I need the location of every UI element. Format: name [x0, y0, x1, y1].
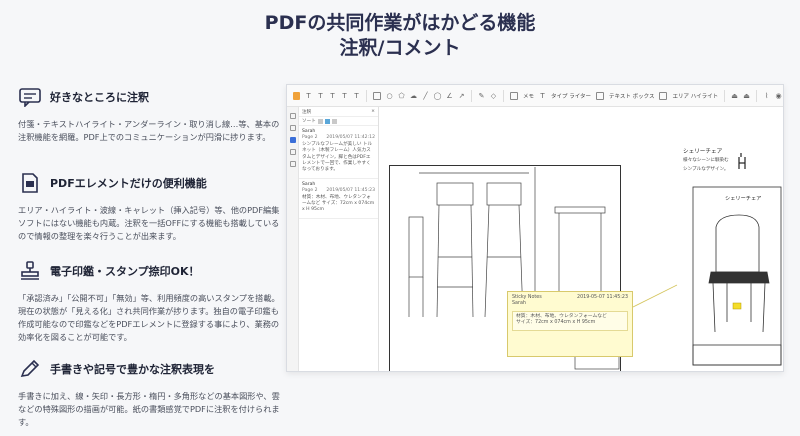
attachment-panel-icon[interactable] [289, 149, 296, 155]
thumbnail-icon[interactable] [289, 125, 296, 131]
arrow-tool-icon[interactable]: ↗ [458, 92, 465, 100]
comment-text: シンプルなフレームが美しい トルネット（木製フレーム）人気カスタムとデザイン，脚… [302, 141, 373, 173]
polygon-tool-icon[interactable]: ⬠ [398, 92, 405, 100]
toolbar-divider [471, 89, 472, 102]
comment-item[interactable]: Sarah Page 2 2019/05/07 11:42:12 シンプルなフレー… [299, 126, 378, 179]
comment-time: 2019/05/07 11:45:23 [326, 188, 375, 194]
headline-line-1: PDFの共同作業がはかどる機能 [264, 12, 536, 34]
toolbar-divider [503, 89, 504, 102]
filter-icon[interactable] [331, 118, 337, 124]
attachment-icon[interactable]: ⌇ [763, 92, 770, 100]
eye-icon[interactable]: ◉ [775, 92, 782, 100]
annotation-toolbar: T T T T T ○ ⬠ ☁ ╱ ◯ ∠ ↗ ✎ ◇ メモ T タイプ ライタ… [287, 85, 783, 107]
comment-item[interactable]: Sarah Page 2 2019/05/07 11:45:23 材質：木材、布地… [299, 179, 378, 219]
spec-sub-2: シンプルなデザイン。 [683, 167, 729, 172]
note-line-2: サイズ：72cm x 074cm x H 95cm [516, 320, 596, 326]
filter-icon[interactable] [317, 118, 323, 124]
feature-annotation: 好きなところに注釈 付箋・テキストハイライト・アンダーライン・取り消し線…等、基… [18, 86, 280, 144]
area-highlight-icon[interactable] [659, 91, 668, 100]
feature-handwriting: 手書きや記号で豊かな注釈表現を 手書きに加え、線・矢印・長方形・楕円・多角形など… [18, 358, 280, 429]
textbox-label[interactable]: テキスト ボックス [609, 92, 654, 100]
stamp-icon [21, 261, 39, 280]
text-tool-icon[interactable]: T [305, 92, 312, 100]
spec-sub-1: 様々なシーンに馴染む [683, 158, 729, 163]
comment-filter-bar: ソート [299, 117, 378, 126]
memo-label[interactable]: メモ [523, 92, 534, 100]
product-spec: シェリーチェア 様々なシーンに馴染む シンプルなデザイン。 [683, 147, 729, 173]
search-panel-icon[interactable] [289, 161, 296, 167]
bookmark-icon[interactable] [289, 113, 296, 119]
toolbar-divider [366, 89, 367, 102]
chair-caption: シェリーチェア [725, 196, 762, 202]
area-highlight-label[interactable]: エリア ハイライト [672, 92, 718, 100]
cloud-tool-icon[interactable]: ☁ [410, 92, 417, 100]
text-tool-icon[interactable]: T [353, 92, 360, 100]
feature-stamp: 電子印鑑・スタンプ捺印OK！ 「承認済み」「公開不可」「無効」等、利用頻度の高い… [18, 260, 280, 344]
document-canvas[interactable]: シェリーチェア シェリーチェア 様々なシーンに馴染む シンプルなデザイン。 St… [379, 107, 783, 371]
signature-tool-icon[interactable]: ⏏ [743, 92, 750, 100]
highlight-tool-icon[interactable] [293, 91, 300, 100]
sticky-note-popup[interactable]: Sticky Notes 2019-05-07 11:45:23 Sarah 材… [507, 291, 633, 357]
pencil-icon [20, 359, 40, 378]
spec-title: シェリーチェア [683, 149, 723, 155]
eraser-tool-icon[interactable]: ◇ [490, 92, 497, 100]
comment-panel: 注釈 × ソート Sarah Page 2 2019/05/07 11:42:12 … [299, 107, 379, 371]
comment-page: Page 2 [302, 188, 318, 194]
side-rail [287, 107, 299, 371]
comment-text: 材質：木材、布地、ウレタンフォームなど サイズ：72cm x 074cm x H… [302, 194, 375, 213]
filter-icon[interactable] [324, 118, 330, 124]
rectangle-tool-icon[interactable] [373, 91, 381, 100]
feature-desc: 手書きに加え、線・矢印・長方形・楕円・多角形などの基本図形や、雲などの特殊図形の… [18, 391, 280, 427]
feature-desc: 付箋・テキストハイライト・アンダーライン・取り消し線…等、基本の注釈機能を網羅。… [18, 119, 280, 142]
sticky-note-marker[interactable] [732, 302, 742, 310]
ellipse-tool-icon[interactable]: ○ [386, 92, 393, 100]
text-tool-icon[interactable]: T [341, 92, 348, 100]
comment-panel-title: 注釈 [302, 110, 312, 115]
headline-line-2: 注釈/コメント [339, 37, 461, 59]
typewriter-icon[interactable]: T [539, 92, 546, 100]
angle-tool-icon[interactable]: ∠ [446, 92, 453, 100]
feature-desc: 「承認済み」「公開不可」「無効」等、利用頻度の高いスタンプを搭載。現在の状態が「… [18, 293, 280, 342]
comment-panel-icon[interactable] [289, 137, 296, 143]
comment-page: Page 2 [302, 135, 318, 141]
stamp-tool-icon[interactable]: ⏏ [731, 92, 738, 100]
toolbar-divider [756, 89, 758, 102]
textbox-icon[interactable] [596, 91, 605, 100]
close-icon[interactable]: × [371, 109, 375, 114]
text-tool-icon[interactable]: T [317, 92, 324, 100]
line-tool-icon[interactable]: ╱ [422, 92, 429, 100]
memo-icon[interactable] [510, 91, 518, 100]
feature-title: PDFエレメントだけの便利機能 [50, 177, 207, 190]
pen-tool-icon[interactable]: ✎ [478, 92, 485, 100]
document-stamp-icon [22, 173, 38, 193]
feature-title: 好きなところに注釈 [50, 91, 149, 104]
typewriter-label[interactable]: タイプ ライター [551, 92, 591, 100]
note-author: Sarah [512, 301, 526, 307]
feature-desc: エリア・ハイライト・波線・キャレット（挿入記号）等、他のPDF編集ソフトにはない… [18, 205, 280, 241]
filter-label[interactable]: ソート [302, 118, 316, 124]
toolbar-divider [724, 89, 726, 102]
feature-title: 電子印鑑・スタンプ捺印OK！ [50, 265, 200, 278]
feature-title: 手書きや記号で豊かな注釈表現を [50, 363, 215, 376]
comment-time: 2019/05/07 11:42:12 [326, 135, 375, 141]
text-tool-icon[interactable]: T [329, 92, 336, 100]
feature-element-tools: PDFエレメントだけの便利機能 エリア・ハイライト・波線・キャレット（挿入記号）… [18, 172, 280, 243]
comment-bubble-icon [19, 88, 41, 107]
note-body[interactable]: 材質：木材、布地、ウレタンフォームなど サイズ：72cm x 074cm x H… [512, 310, 628, 331]
pdf-app-window: T T T T T ○ ⬠ ☁ ╱ ◯ ∠ ↗ ✎ ◇ メモ T タイプ ライタ… [286, 84, 784, 372]
note-time: 2019-05-07 11:45:23 [577, 295, 628, 300]
circle-tool-icon[interactable]: ◯ [434, 92, 442, 100]
